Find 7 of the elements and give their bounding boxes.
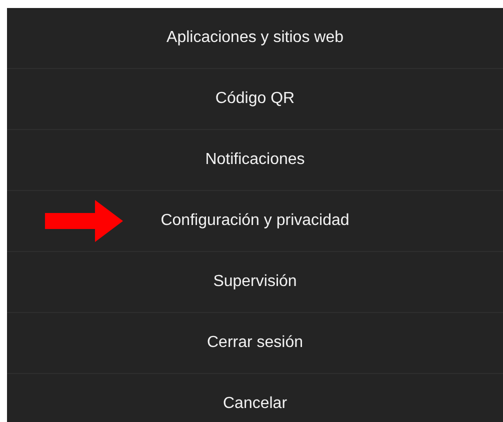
menu-item[interactable]: Código QR [207, 86, 303, 112]
menu-item[interactable]: Notificaciones [197, 147, 313, 173]
menu-item[interactable]: Cerrar sesión [198, 330, 312, 356]
menu-item[interactable]: Aplicaciones y sitios web [158, 25, 352, 51]
menu-item[interactable]: Supervisión [205, 269, 305, 295]
menu-item[interactable]: Cancelar [214, 391, 296, 417]
menu-item[interactable]: Configuración y privacidad [152, 208, 358, 234]
